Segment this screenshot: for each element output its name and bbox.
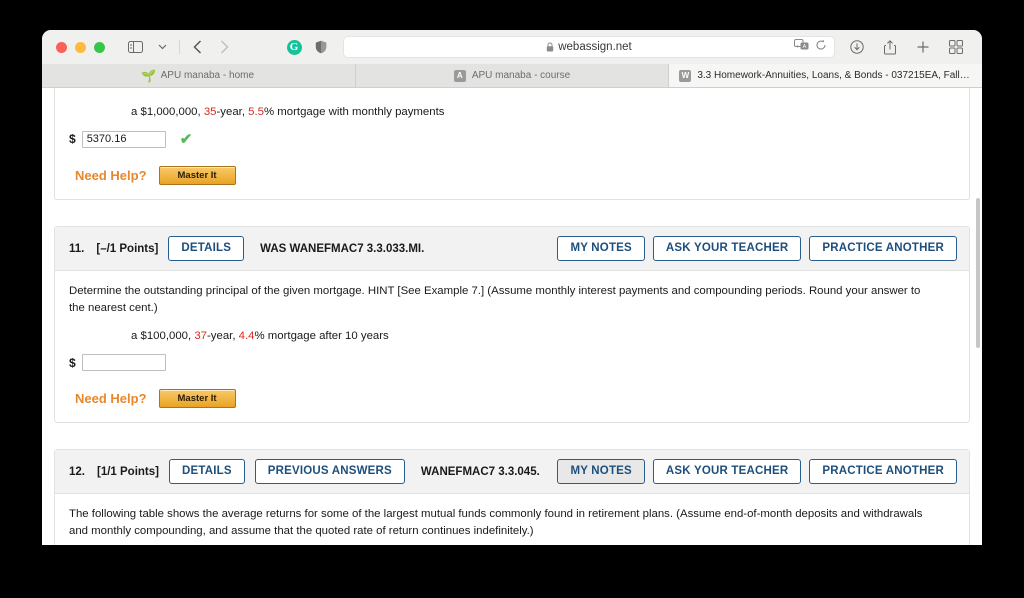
need-help-label: Need Help? [75, 168, 147, 183]
master-it-button[interactable]: Master It [158, 389, 236, 409]
my-notes-button[interactable]: MY NOTES [557, 235, 645, 262]
prompt-value-rate: 5.5 [248, 106, 265, 118]
question-code: WAS WANEFMAC7 3.3.033.MI. [260, 242, 425, 255]
tab-label: APU manaba - home [160, 70, 255, 81]
answer-row-partial: $ ✔ [69, 130, 955, 148]
toolbar-divider [179, 40, 180, 54]
prompt-text-3: % mortgage with monthly payments [264, 106, 445, 118]
favicon-leaf-icon: 🌱 [141, 68, 157, 83]
favicon-letter-icon: A [453, 69, 466, 82]
browser-tab-1[interactable]: 🌱 APU manaba - home [42, 64, 356, 87]
address-bar[interactable]: webassign.net A [343, 36, 835, 58]
question-number: 11. [69, 242, 85, 255]
minimize-window-button[interactable] [75, 41, 86, 53]
back-arrow-icon[interactable] [185, 36, 209, 58]
chevron-down-icon[interactable] [150, 36, 174, 58]
ask-your-teacher-button[interactable]: ASK YOUR TEACHER [652, 458, 802, 485]
answer-input[interactable] [81, 354, 166, 372]
question-text: Determine the outstanding principal of t… [69, 285, 921, 314]
question-number: 12. [69, 465, 85, 478]
shield-icon[interactable] [309, 36, 333, 58]
question-code: WANEFMAC7 3.3.045. [420, 465, 540, 478]
close-window-button[interactable] [56, 41, 67, 53]
question-11-body: Determine the outstanding principal of t… [55, 271, 969, 422]
prompt-value-years: 37 [194, 330, 208, 343]
download-icon[interactable] [845, 36, 869, 58]
question-card-partial: a $1,000,000, 35-year, 5.5% mortgage wit… [54, 88, 970, 200]
prompt-text-3: % mortgage after 10 years [254, 330, 389, 343]
tab-label: APU manaba - course [471, 70, 571, 81]
question-11-header: 11. [–/1 Points] DETAILS WAS WANEFMAC7 3… [55, 227, 969, 271]
question-text: The following table shows the average re… [69, 508, 923, 537]
page-scrollbar[interactable] [974, 88, 982, 545]
question-11-actions: MY NOTES ASK YOUR TEACHER PRACTICE ANOTH… [557, 235, 957, 262]
browser-tab-3-active[interactable]: W 3.3 Homework-Annuities, Loans, & Bonds… [669, 64, 982, 87]
svg-text:A: A [803, 44, 807, 50]
translate-icon[interactable]: A [794, 38, 809, 56]
scrollbar-thumb[interactable] [976, 198, 980, 348]
answer-row-11: $ [69, 354, 955, 372]
question-12-header: 12. [1/1 Points] DETAILS PREVIOUS ANSWER… [55, 450, 969, 495]
lock-icon [547, 42, 554, 52]
grammarly-badge: G [286, 39, 302, 55]
tab-bar: 🌱 APU manaba - home A APU manaba - cours… [42, 64, 982, 88]
practice-another-button[interactable]: PRACTICE ANOTHER [809, 458, 957, 485]
details-button[interactable]: DETAILS [168, 235, 245, 262]
page-viewport: a $1,000,000, 35-year, 5.5% mortgage wit… [42, 88, 982, 545]
prompt-value-rate: 4.4 [238, 330, 255, 343]
forward-arrow-icon [212, 36, 236, 58]
question-card-11: 11. [–/1 Points] DETAILS WAS WANEFMAC7 3… [54, 226, 970, 424]
answer-input[interactable] [81, 130, 166, 148]
tab-overview-icon[interactable] [944, 36, 968, 58]
grammarly-extension-icon[interactable]: G [282, 36, 306, 58]
tab-label: 3.3 Homework-Annuities, Loans, & Bonds -… [697, 70, 972, 81]
prompt-text-2: -year, [216, 106, 249, 118]
prompt-text-2: -year, [207, 330, 239, 343]
reload-icon[interactable] [815, 38, 827, 56]
previous-answers-button[interactable]: PREVIOUS ANSWERS [254, 458, 405, 485]
sidebar-toggle-icon[interactable] [123, 36, 147, 58]
correct-check-icon: ✔ [179, 131, 193, 148]
prompt-text-1: a $1,000,000, [131, 106, 204, 118]
webassign-page: a $1,000,000, 35-year, 5.5% mortgage wit… [42, 88, 982, 545]
browser-window: G webassign.net A 🌱 APU manaba - home A … [42, 30, 982, 545]
question-12-body: The following table shows the average re… [55, 494, 969, 545]
browser-toolbar: G webassign.net A [42, 30, 982, 64]
need-help-label: Need Help? [75, 391, 147, 407]
need-help-row-11: Need Help? Master It [75, 389, 955, 409]
favicon-letter-icon: W [679, 69, 692, 82]
window-controls[interactable] [56, 41, 105, 53]
practice-another-button[interactable]: PRACTICE ANOTHER [809, 235, 957, 262]
url-display: webassign.net [546, 41, 632, 53]
ask-your-teacher-button[interactable]: ASK YOUR TEACHER [652, 235, 802, 262]
browser-tab-2[interactable]: A APU manaba - course [355, 64, 670, 87]
question-card-12: 12. [1/1 Points] DETAILS PREVIOUS ANSWER… [54, 449, 970, 545]
url-text: webassign.net [558, 41, 632, 53]
address-bar-actions: A [794, 37, 827, 57]
currency-symbol: $ [69, 355, 76, 370]
prompt-text-1: a $100,000, [131, 330, 195, 343]
question-points: [–/1 Points] [96, 242, 159, 255]
question-partial-prompt: a $1,000,000, 35-year, 5.5% mortgage wit… [131, 106, 955, 118]
details-button[interactable]: DETAILS [168, 458, 245, 485]
share-icon[interactable] [878, 36, 902, 58]
question-12-actions: MY NOTES ASK YOUR TEACHER PRACTICE ANOTH… [557, 458, 957, 485]
currency-symbol: $ [69, 132, 76, 146]
question-11-prompt: a $100,000, 37-year, 4.4% mortgage after… [131, 330, 955, 342]
question-partial-body: a $1,000,000, 35-year, 5.5% mortgage wit… [55, 88, 969, 199]
my-notes-button[interactable]: MY NOTES [557, 458, 645, 485]
need-help-row-partial: Need Help? Master It [75, 166, 955, 185]
question-points: [1/1 Points] [97, 465, 159, 478]
plus-icon[interactable] [911, 36, 935, 58]
prompt-value-years: 35 [203, 106, 217, 118]
master-it-button[interactable]: Master It [158, 166, 236, 185]
maximize-window-button[interactable] [94, 41, 105, 53]
